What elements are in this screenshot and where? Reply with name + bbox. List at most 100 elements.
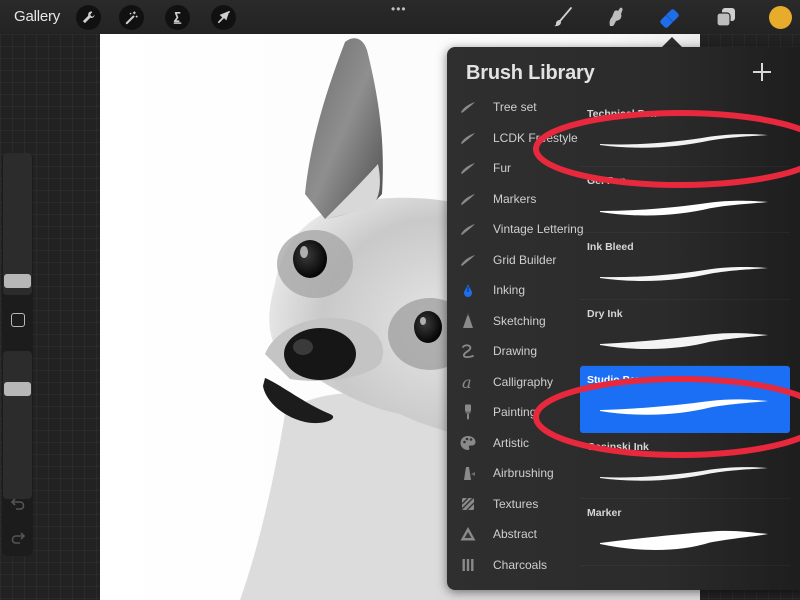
category-label: Sketching <box>493 313 546 328</box>
top-toolbar: Gallery ••• <box>0 0 800 34</box>
opacity-slider-thumb[interactable] <box>4 381 31 396</box>
category-label: Calligraphy <box>493 374 554 389</box>
category-item-sketching[interactable]: Sketching <box>447 306 580 337</box>
layers-icon <box>716 8 735 27</box>
brush-item-gel-pen[interactable]: Gel Pen <box>580 167 790 233</box>
left-sidebar <box>2 153 33 556</box>
layers-button[interactable] <box>713 4 739 30</box>
category-label: Airbrushing <box>493 466 554 481</box>
category-item-lcdk-freestyle[interactable]: LCDK Freestyle <box>447 123 580 154</box>
brush-item-studio-pen[interactable]: Studio Pen <box>580 366 790 433</box>
category-item-markers[interactable]: Markers <box>447 184 580 215</box>
category-label: Vintage Lettering <box>493 222 584 237</box>
redo-icon[interactable] <box>9 530 27 546</box>
brush-icon <box>554 7 572 27</box>
brush-name: Marker <box>587 507 622 519</box>
category-label: Artistic <box>493 435 529 450</box>
brush-stroke-preview <box>600 399 768 415</box>
arrow-cursor-icon <box>217 11 230 24</box>
paint-tool-button[interactable] <box>550 4 576 30</box>
category-item-tree-set[interactable]: Tree set <box>447 92 580 123</box>
brush-stroke-preview <box>600 332 768 349</box>
category-label: Abstract <box>493 527 538 542</box>
gallery-button[interactable]: Gallery <box>14 8 60 25</box>
stroke-shape <box>600 530 768 551</box>
divider <box>580 564 790 566</box>
texture-hatch-icon <box>459 495 477 513</box>
brush-stroke-preview <box>600 466 768 481</box>
paintbrush-icon <box>459 403 477 421</box>
category-label: Inking <box>493 283 526 298</box>
erase-tool-button[interactable] <box>657 4 683 30</box>
brush-stroke-preview <box>600 266 768 281</box>
stroke-shape <box>600 332 768 349</box>
brush-size-slider[interactable] <box>3 153 32 295</box>
category-label: LCDK Freestyle <box>493 130 578 145</box>
brush-name: Dry Ink <box>587 307 623 320</box>
undo-icon[interactable] <box>9 496 27 512</box>
brush-item-ink-bleed[interactable]: Ink Bleed <box>580 233 790 300</box>
procreate-app: Gallery ••• Brush Library Tree set LCDK … <box>0 0 800 600</box>
palette-icon <box>459 434 477 452</box>
selection-button[interactable] <box>165 5 190 30</box>
brush-name: Gel Pen <box>587 174 627 187</box>
brush-name: Studio Pen <box>587 374 642 386</box>
category-item-grid-builder[interactable]: Grid Builder <box>447 245 580 276</box>
brush-item-technical-pen[interactable]: Technical Pen <box>580 100 790 167</box>
brush-stroke-icon <box>459 190 477 208</box>
plus-icon[interactable] <box>751 61 773 83</box>
category-item-drawing[interactable]: Drawing <box>447 336 580 367</box>
category-label: Drawing <box>493 344 538 359</box>
brush-name: Ink Bleed <box>587 241 634 253</box>
more-options-handle[interactable]: ••• <box>391 2 407 16</box>
wrench-icon <box>82 11 95 24</box>
category-item-airbrushing[interactable]: Airbrushing <box>447 458 580 489</box>
pencil-tip-icon <box>459 312 477 330</box>
brush-item-gesinski-ink[interactable]: Gesinski Ink <box>580 433 790 499</box>
brush-stroke-icon <box>459 251 477 269</box>
square-modify-icon[interactable] <box>11 313 25 327</box>
category-label: Grid Builder <box>493 252 557 267</box>
stroke-shape <box>600 466 768 481</box>
category-item-artistic[interactable]: Artistic <box>447 428 580 459</box>
category-item-calligraphy[interactable]: a Calligraphy <box>447 367 580 398</box>
category-label: Painting <box>493 405 537 420</box>
category-item-abstract[interactable]: Abstract <box>447 519 580 550</box>
adjustments-button[interactable] <box>119 5 144 30</box>
brush-size-slider-thumb[interactable] <box>4 274 31 288</box>
triangle-icon <box>459 525 477 543</box>
ink-drop-icon <box>459 281 477 299</box>
smudge-tool-button[interactable] <box>603 4 629 30</box>
brush-stroke-preview <box>600 200 768 215</box>
category-item-inking[interactable]: Inking <box>447 275 580 306</box>
brush-stroke-icon <box>459 159 477 177</box>
brush-library-panel: Brush Library Tree set LCDK Freestyle Fur M… <box>447 47 800 590</box>
category-item-textures[interactable]: Textures <box>447 489 580 520</box>
brush-stroke-icon <box>459 220 477 238</box>
opacity-slider[interactable] <box>3 351 32 499</box>
charcoal-bars-icon <box>459 556 477 574</box>
brush-stroke-preview <box>600 134 768 148</box>
svg-text:a: a <box>462 373 472 391</box>
category-item-fur[interactable]: Fur <box>447 153 580 184</box>
smudge-finger-icon <box>609 7 623 27</box>
airbrush-icon <box>459 464 477 482</box>
actions-button[interactable] <box>76 5 101 30</box>
category-label: Markers <box>493 191 537 206</box>
magic-wand-icon <box>125 11 138 25</box>
brush-stroke-icon <box>459 98 477 116</box>
brush-list: Technical Pen Gel Pen Ink Bleed Dry Ink Stud… <box>580 100 790 566</box>
brush-stroke-preview <box>600 530 768 551</box>
brush-name: Gesinski Ink <box>587 440 649 453</box>
brush-library-title: Brush Library <box>466 62 595 84</box>
brush-item-dry-ink[interactable]: Dry Ink <box>580 300 790 366</box>
transform-button[interactable] <box>211 5 236 30</box>
category-item-vintage-lettering[interactable]: Vintage Lettering <box>447 214 584 245</box>
selection-s-icon <box>173 11 182 24</box>
color-picker-button[interactable] <box>769 6 792 29</box>
category-item-charcoals[interactable]: Charcoals <box>447 550 580 581</box>
brush-item-marker[interactable]: Marker <box>580 499 790 566</box>
eraser-icon <box>660 9 679 28</box>
category-label: Textures <box>493 496 539 511</box>
category-item-painting[interactable]: Painting <box>447 397 580 428</box>
